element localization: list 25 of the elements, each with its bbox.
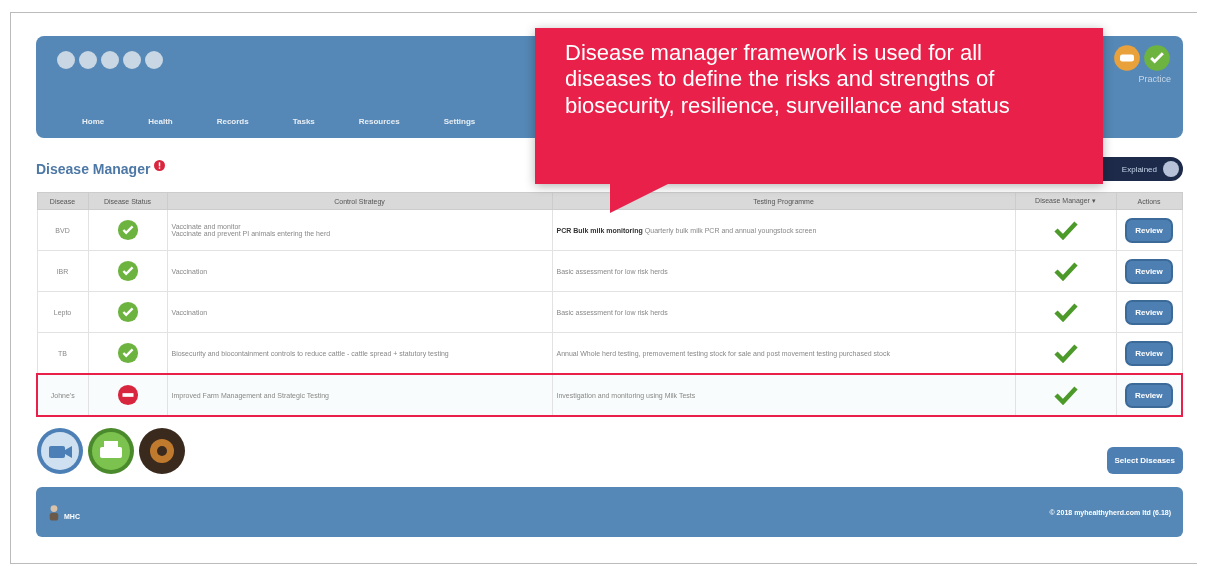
- review-button[interactable]: Review: [1124, 382, 1173, 408]
- video-camera-icon[interactable]: [36, 427, 84, 475]
- round-icon[interactable]: [144, 50, 164, 70]
- nav-link[interactable]: Records: [216, 117, 249, 126]
- page-title: Disease Manager: [36, 161, 151, 177]
- review-button[interactable]: Review: [1125, 299, 1173, 325]
- user-avatar-icon[interactable]: [48, 503, 60, 521]
- review-button[interactable]: Review: [1125, 217, 1173, 243]
- practice-label[interactable]: Practice: [1138, 74, 1171, 84]
- round-icon[interactable]: [56, 50, 76, 70]
- round-icon[interactable]: [122, 50, 142, 70]
- printer-icon[interactable]: [87, 427, 135, 475]
- nav-link[interactable]: Resources: [358, 117, 400, 126]
- nav-link[interactable]: Tasks: [292, 117, 315, 126]
- select-diseases-button[interactable]: Select Diseases: [1106, 446, 1183, 474]
- review-button[interactable]: Review: [1125, 340, 1173, 366]
- nav-link[interactable]: Health: [148, 117, 173, 126]
- nav-link[interactable]: Settings: [443, 117, 476, 126]
- round-icon[interactable]: [100, 50, 120, 70]
- review-button[interactable]: Review: [1125, 258, 1173, 284]
- alert-icon: [154, 159, 166, 171]
- film-reel-icon[interactable]: [138, 427, 186, 475]
- nav-link[interactable]: Home: [82, 117, 105, 126]
- check-icon[interactable]: [1143, 44, 1171, 72]
- round-icon[interactable]: [78, 50, 98, 70]
